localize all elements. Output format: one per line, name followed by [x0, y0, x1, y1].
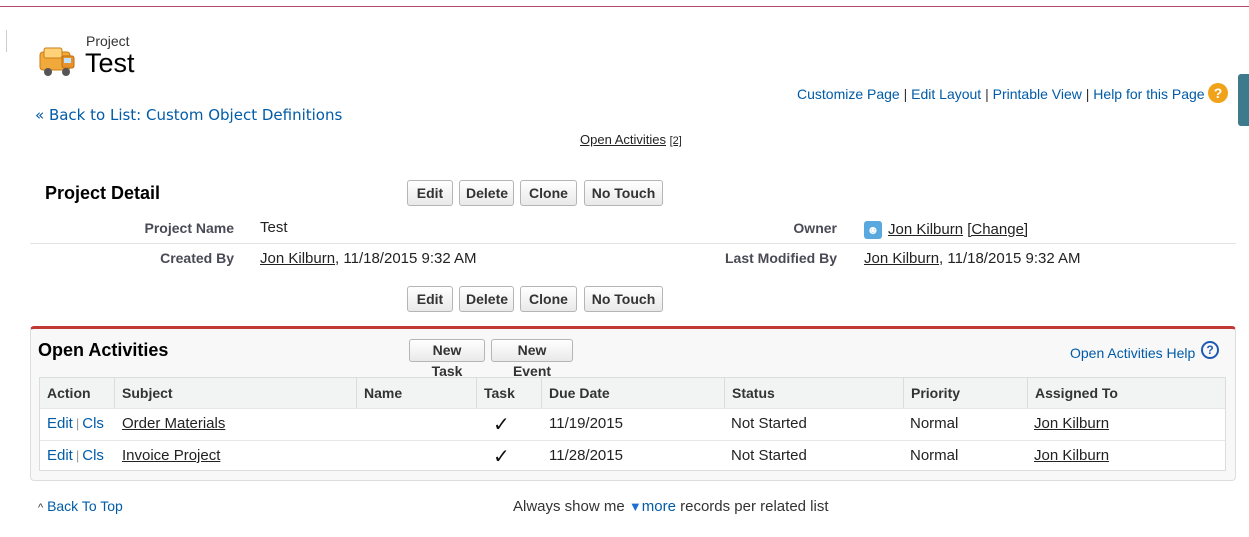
clone-button[interactable]: Clone [520, 286, 577, 312]
edit-layout-link[interactable]: Edit Layout [911, 86, 981, 102]
row-divider [30, 243, 1236, 244]
status-value: Not Started [731, 447, 807, 464]
close-activity-link[interactable]: Cls [82, 415, 104, 432]
created-by-value: Jon Kilburn, 11/18/2015 9:32 AM [260, 250, 477, 267]
last-modified-value: Jon Kilburn, 11/18/2015 9:32 AM [864, 250, 1081, 267]
close-activity-link[interactable]: Cls [82, 447, 104, 464]
col-priority: Priority [904, 378, 1028, 408]
col-due-date: Due Date [542, 378, 725, 408]
back-to-top-link[interactable]: Back To Top [47, 498, 123, 514]
assigned-to-link[interactable]: Jon Kilburn [1034, 440, 1109, 472]
activity-subject-link[interactable]: Order Materials [122, 408, 225, 440]
col-task: Task [477, 378, 542, 408]
back-to-list-link[interactable]: « Back to List: Custom Object Definition… [35, 106, 342, 124]
link-separator: | [1085, 86, 1090, 102]
link-separator: | [985, 86, 989, 102]
edit-activity-link[interactable]: Edit [47, 415, 73, 432]
triangle-down-icon[interactable]: ▼ [629, 499, 642, 514]
side-panel-tab[interactable] [1238, 74, 1249, 126]
open-activities-count[interactable]: [2] [670, 135, 682, 147]
open-activities-help-link[interactable]: Open Activities Help [1070, 345, 1195, 361]
caret-up-icon: ^ [38, 502, 44, 514]
owner-link[interactable]: Jon Kilburn [888, 221, 963, 238]
records-per-list: Always show me ▼more records per related… [513, 498, 829, 515]
open-activities-help-icon[interactable]: ? [1201, 341, 1219, 359]
delete-button[interactable]: Delete [459, 180, 514, 206]
more-records-link[interactable]: more [642, 498, 676, 515]
created-by-link[interactable]: Jon Kilburn [260, 250, 335, 267]
assigned-to-link[interactable]: Jon Kilburn [1034, 408, 1109, 440]
project-name-label: Project Name [144, 220, 234, 236]
project-icon [36, 44, 78, 80]
priority-value: Normal [910, 447, 959, 464]
col-subject: Subject [115, 378, 357, 408]
records-per-list-text: records per related list [680, 498, 829, 515]
object-type-label: Project [86, 33, 130, 49]
col-name: Name [357, 378, 477, 408]
record-title: Test [85, 48, 135, 78]
priority-value: Normal [910, 415, 959, 432]
left-edge [6, 30, 7, 52]
activities-table: Action Subject Name Task Due Date Status… [39, 377, 1226, 471]
section-title: Project Detail [45, 183, 161, 203]
edit-activity-link[interactable]: Edit [47, 447, 73, 464]
delete-button[interactable]: Delete [459, 286, 514, 312]
last-modified-date: , 11/18/2015 9:32 AM [939, 250, 1081, 267]
due-date-value: 11/28/2015 [549, 447, 623, 464]
col-status: Status [725, 378, 904, 408]
status-value: Not Started [731, 415, 807, 432]
no-touch-button[interactable]: No Touch [584, 286, 663, 312]
new-event-button[interactable]: New Event [491, 339, 573, 379]
no-touch-button[interactable]: No Touch [584, 180, 663, 206]
change-owner-link[interactable]: [Change] [967, 221, 1028, 238]
owner-value: Jon Kilburn [Change] [888, 221, 1028, 238]
related-list-hover-links: Open Activities [2] [580, 132, 682, 147]
owner-avatar: ☻ [864, 221, 882, 239]
top-links: Customize Page | Edit Layout | Printable… [797, 86, 1205, 102]
due-date-value: 11/19/2015 [549, 415, 623, 432]
action-separator: | [75, 416, 80, 431]
col-action: Action [40, 378, 115, 408]
activity-subject-link[interactable]: Invoice Project [122, 440, 220, 472]
col-assigned-to: Assigned To [1028, 378, 1225, 408]
back-to-top[interactable]: ^ Back To Top [38, 498, 123, 514]
row-actions: Edit | Cls [47, 408, 104, 440]
always-show-text: Always show me [513, 498, 625, 515]
customize-page-link[interactable]: Customize Page [797, 86, 900, 102]
help-for-page-link[interactable]: Help for this Page [1093, 86, 1204, 102]
edit-button[interactable]: Edit [407, 286, 453, 312]
open-activities-hover-link[interactable]: Open Activities [580, 132, 666, 147]
help-icon[interactable]: ? [1208, 83, 1228, 103]
clone-button[interactable]: Clone [520, 180, 577, 206]
top-border [0, 6, 1249, 7]
project-name-value: Test [260, 219, 288, 236]
open-activities-title: Open Activities [38, 340, 169, 360]
new-task-button[interactable]: New Task [409, 339, 485, 379]
last-modified-label: Last Modified By [724, 250, 837, 266]
owner-label: Owner [793, 220, 837, 236]
printable-view-link[interactable]: Printable View [993, 86, 1082, 102]
created-by-label: Created By [160, 250, 234, 266]
edit-button[interactable]: Edit [407, 180, 453, 206]
task-checkmark: ✓ [493, 446, 510, 468]
last-modified-link[interactable]: Jon Kilburn [864, 250, 939, 267]
link-separator: | [903, 86, 908, 102]
row-actions: Edit | Cls [47, 440, 104, 472]
action-separator: | [75, 448, 80, 463]
task-checkmark: ✓ [493, 414, 510, 436]
created-date: , 11/18/2015 9:32 AM [335, 250, 477, 267]
